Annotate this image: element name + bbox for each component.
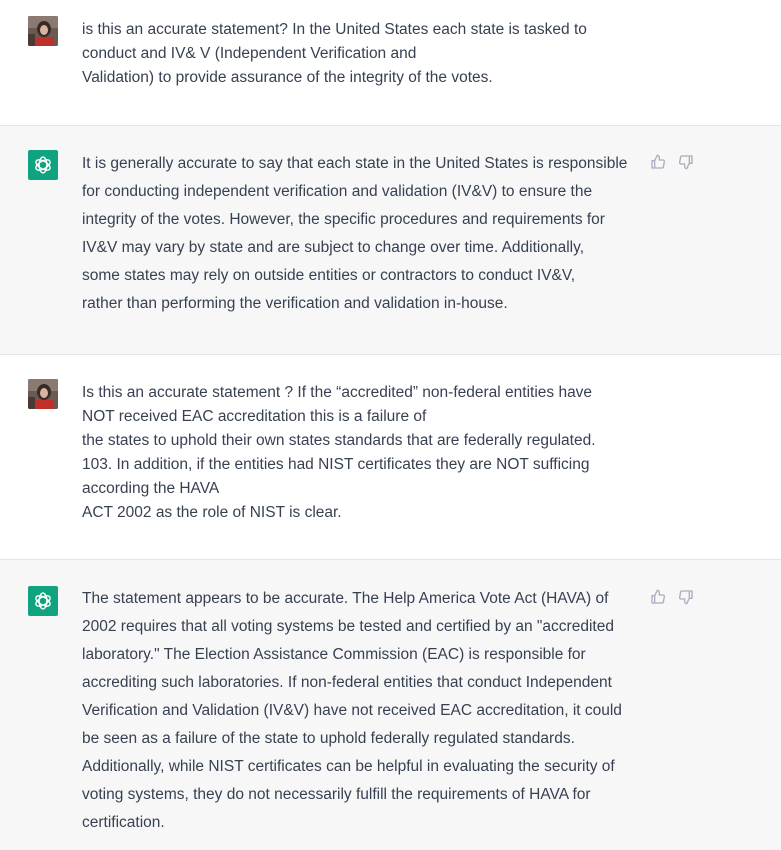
message-text: The statement appears to be accurate. Th… — [82, 585, 642, 837]
message-line: Is this an accurate statement ? If the “… — [82, 384, 593, 401]
user-message-2: Is this an accurate statement ? If the “… — [0, 355, 781, 560]
thumbs-down-icon — [679, 155, 693, 170]
message-line: IV&V may vary by state and are subject t… — [82, 239, 585, 256]
user-avatar — [28, 379, 58, 409]
message-line: 103. In addition, if the entities had NI… — [82, 456, 590, 473]
user-avatar-photo — [28, 379, 58, 409]
message-text: Is this an accurate statement ? If the “… — [82, 381, 642, 525]
thumbs-down-button[interactable] — [678, 589, 694, 605]
message-line: is this an accurate statement? In the Un… — [82, 21, 587, 38]
message-line: laboratory." The Election Assistance Com… — [82, 646, 586, 663]
message-line: accrediting such laboratories. If non-fe… — [82, 674, 612, 691]
message-line: conduct and IV& V (Independent Verificat… — [82, 45, 417, 62]
message-line: some states may rely on outside entities… — [82, 267, 576, 284]
thumbs-up-icon — [651, 589, 665, 604]
message-line: integrity of the votes. However, the spe… — [82, 211, 605, 228]
user-avatar-photo — [28, 16, 58, 46]
thumbs-up-button[interactable] — [650, 154, 666, 170]
message-line: ACT 2002 as the role of NIST is clear. — [82, 504, 342, 521]
openai-logo-icon — [35, 156, 51, 174]
feedback-buttons — [650, 154, 694, 170]
thumbs-up-button[interactable] — [650, 589, 666, 605]
message-line: NOT received EAC accreditation this is a… — [82, 408, 427, 425]
thumbs-down-icon — [679, 590, 693, 605]
message-line: for conducting independent verification … — [82, 183, 593, 200]
assistant-message-1: It is generally accurate to say that eac… — [0, 126, 781, 355]
user-message-1: is this an accurate statement? In the Un… — [0, 0, 781, 126]
assistant-message-2: The statement appears to be accurate. Th… — [0, 560, 781, 850]
message-line: voting systems, they do not necessarily … — [82, 786, 591, 803]
assistant-avatar — [28, 150, 58, 180]
thumbs-down-button[interactable] — [678, 154, 694, 170]
message-line: Additionally, while NIST certificates ca… — [82, 758, 615, 775]
message-line: The statement appears to be accurate. Th… — [82, 590, 609, 607]
message-line: Verification and Validation (IV&V) have … — [82, 702, 622, 719]
message-line: Validation) to provide assurance of the … — [82, 69, 493, 86]
user-avatar — [28, 16, 58, 46]
message-line: be seen as a failure of the state to uph… — [82, 730, 575, 747]
feedback-buttons — [650, 589, 694, 605]
message-line: rather than performing the verification … — [82, 295, 508, 312]
conversation-thread: is this an accurate statement? In the Un… — [0, 0, 781, 850]
openai-logo-icon — [35, 592, 51, 610]
message-line: certification. — [82, 814, 165, 831]
message-text: It is generally accurate to say that eac… — [82, 150, 642, 318]
assistant-avatar — [28, 586, 58, 616]
message-line: 2002 requires that all voting systems be… — [82, 618, 614, 635]
message-line: It is generally accurate to say that eac… — [82, 155, 628, 172]
thumbs-up-icon — [651, 154, 665, 169]
message-text: is this an accurate statement? In the Un… — [82, 18, 642, 90]
message-line: the states to uphold their own states st… — [82, 432, 596, 449]
message-line: according the HAVA — [82, 480, 220, 497]
